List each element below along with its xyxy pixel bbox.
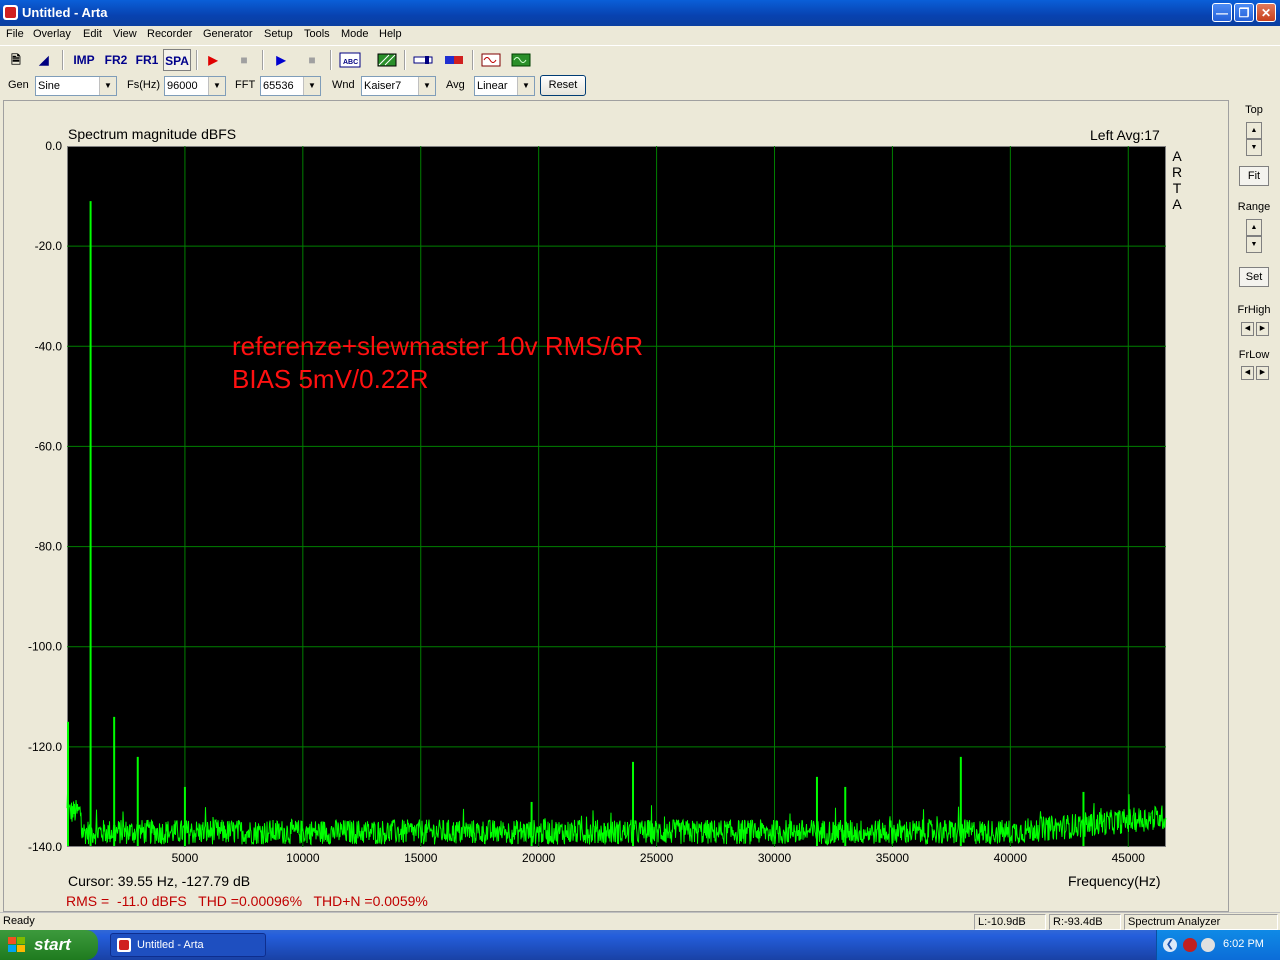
noise-floor-trace (66, 793, 1167, 846)
y-axis-ticks: 0.0 -20.0 -40.0 -60.0 -80.0 -100.0 -120.0 -140.… (28, 139, 62, 854)
taskbar: start Untitled - Arta ❮ 6:02 PM (0, 930, 1280, 960)
y-tick-label: -140.0 (28, 840, 62, 854)
chart-title: Spectrum magnitude dBFS (68, 126, 237, 142)
speaker-icon[interactable] (1201, 938, 1215, 952)
taskbar-item-arta[interactable]: Untitled - Arta (110, 933, 266, 957)
cursor-readout: Cursor: 39.55 Hz, -127.79 dB (68, 873, 251, 889)
frhigh-left-icon[interactable]: ◀ (1241, 322, 1254, 336)
y-tick-label: -120.0 (28, 740, 62, 754)
x-tick-label: 35000 (876, 851, 910, 865)
x-tick-label: 15000 (404, 851, 438, 865)
range-up-icon[interactable]: ▲ (1246, 219, 1262, 236)
arta-app-icon (117, 938, 131, 952)
y-tick-label: 0.0 (45, 139, 62, 153)
chart-annotation: referenze+slewmaster 10v RMS/6R BIAS 5mV/… (232, 330, 643, 396)
taskbar-item-label: Untitled - Arta (137, 939, 204, 951)
annotation-line-1: referenze+slewmaster 10v RMS/6R (232, 331, 644, 361)
system-tray: ❮ 6:02 PM (1156, 930, 1280, 960)
x-tick-label: 40000 (994, 851, 1028, 865)
top-label: Top (1245, 104, 1263, 116)
grid-lines (67, 146, 1166, 847)
start-button[interactable]: start (0, 930, 98, 960)
spectrum-chart: 0.0 -20.0 -40.0 -60.0 -80.0 -100.0 -120.0 -140.… (28, 139, 1167, 865)
watermark-letter: A (1172, 196, 1182, 212)
tray-expand-icon[interactable]: ❮ (1163, 938, 1177, 952)
y-tick-label: -40.0 (35, 339, 63, 353)
arta-watermark: A R T A (1171, 148, 1183, 212)
start-label: start (34, 935, 71, 954)
y-tick-label: -60.0 (35, 439, 63, 453)
frlow-label: FrLow (1238, 349, 1270, 361)
measurement-readout: RMS = -11.0 dBFS THD =0.00096% THD+N =0.… (66, 893, 428, 909)
set-button[interactable]: Set (1239, 267, 1269, 287)
watermark-letter: R (1171, 164, 1183, 180)
top-down-icon[interactable]: ▼ (1246, 139, 1262, 156)
x-tick-label: 5000 (172, 851, 199, 865)
frhigh-right-icon[interactable]: ▶ (1256, 322, 1269, 336)
security-shield-icon[interactable] (1183, 938, 1197, 952)
clock: 6:02 PM (1223, 938, 1264, 950)
x-tick-label: 25000 (640, 851, 674, 865)
frlow-left-icon[interactable]: ◀ (1241, 366, 1254, 380)
x-tick-label: 20000 (522, 851, 556, 865)
channel-avg-label: Left Avg:17 (1090, 127, 1160, 143)
status-bar: Ready L:-10.9dB R:-93.4dB Spectrum Analy… (0, 912, 1280, 931)
x-tick-label: 30000 (758, 851, 792, 865)
y-tick-label: -20.0 (35, 239, 63, 253)
status-left-level: L:-10.9dB (974, 914, 1046, 930)
status-mode: Spectrum Analyzer (1124, 914, 1278, 930)
watermark-letter: A (1172, 148, 1182, 164)
spectrum-trace (66, 201, 1167, 846)
top-up-icon[interactable]: ▲ (1246, 122, 1262, 139)
x-tick-label: 45000 (1112, 851, 1146, 865)
watermark-letter: T (1172, 180, 1182, 196)
status-ready: Ready (3, 915, 35, 927)
x-axis-ticks: 5000 10000 15000 20000 25000 30000 35000 40000 4… (172, 851, 1146, 865)
y-tick-label: -100.0 (28, 640, 62, 654)
x-tick-label: 10000 (286, 851, 320, 865)
annotation-line-2: BIAS 5mV/0.22R (232, 364, 429, 394)
x-axis-label: Frequency(Hz) (1068, 873, 1161, 889)
status-right-level: R:-93.4dB (1049, 914, 1121, 930)
frlow-right-icon[interactable]: ▶ (1256, 366, 1269, 380)
range-down-icon[interactable]: ▼ (1246, 236, 1262, 253)
windows-logo-icon (8, 937, 25, 952)
range-label: Range (1237, 201, 1271, 213)
fit-button[interactable]: Fit (1239, 166, 1269, 186)
frhigh-label: FrHigh (1237, 304, 1271, 316)
y-tick-label: -80.0 (35, 540, 63, 554)
